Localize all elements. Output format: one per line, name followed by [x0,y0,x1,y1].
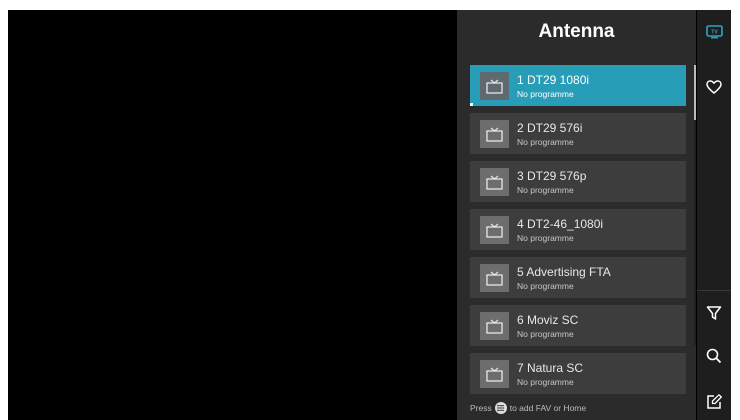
channel-programme: No programme [517,89,574,99]
channel-item[interactable]: 4 DT2-46_1080i No programme [470,209,686,250]
tv-channel-icon [480,264,509,292]
channel-name: 4 DT2-46_1080i [517,217,604,231]
channel-programme: No programme [517,281,574,291]
channel-name: 6 Moviz SC [517,313,579,327]
side-rail: TV [697,10,731,420]
channel-programme: No programme [517,377,574,387]
channel-item[interactable]: 7 Natura SC No programme [470,353,686,394]
channel-name: 5 Advertising FTA [517,265,611,279]
menu-button-icon [494,402,507,414]
scrollbar[interactable] [694,65,696,345]
svg-text:TV: TV [711,30,718,36]
rail-divider [697,290,731,291]
channel-programme: No programme [517,137,574,147]
channel-item[interactable]: 6 Moviz SC No programme [470,305,686,346]
channel-item[interactable]: 1 DT29 1080i No programme [470,65,686,106]
channel-item[interactable]: 2 DT29 576i No programme [470,113,686,154]
edit-icon[interactable] [697,385,731,419]
tv-channel-icon [480,312,509,340]
tv-channel-icon [480,360,509,388]
channel-name: 1 DT29 1080i [517,73,590,87]
channel-name: 2 DT29 576i [517,121,583,135]
channel-programme: No programme [517,233,574,243]
footer-press-label: Press [470,403,492,413]
tv-channel-icon [480,120,509,148]
channel-list: 1 DT29 1080i No programme 2 DT29 576i No… [470,65,686,395]
tv-icon[interactable]: TV [697,15,731,49]
heart-icon[interactable] [697,70,731,104]
footer-hint: Press to add FAV or Home [470,402,586,414]
channel-programme: No programme [517,185,574,195]
panel-title: Antenna [538,21,615,42]
channel-name: 7 Natura SC [517,361,584,375]
tv-channel-icon [480,72,509,100]
tv-channel-icon [480,216,509,244]
channel-name: 3 DT29 576p [517,169,587,183]
channel-item[interactable]: 3 DT29 576p No programme [470,161,686,202]
footer-hint-text: to add FAV or Home [509,403,587,413]
channel-programme: No programme [517,329,574,339]
scroll-thumb[interactable] [694,65,696,120]
channel-item[interactable]: 5 Advertising FTA No programme [470,257,686,298]
video-area: Antenna 1 DT29 1080i No programme 2 DT29… [8,10,731,420]
channel-list-panel: Antenna 1 DT29 1080i No programme 2 DT29… [457,10,696,420]
search-icon[interactable] [697,339,731,373]
filter-icon[interactable] [697,296,731,330]
tv-channel-icon [480,168,509,196]
